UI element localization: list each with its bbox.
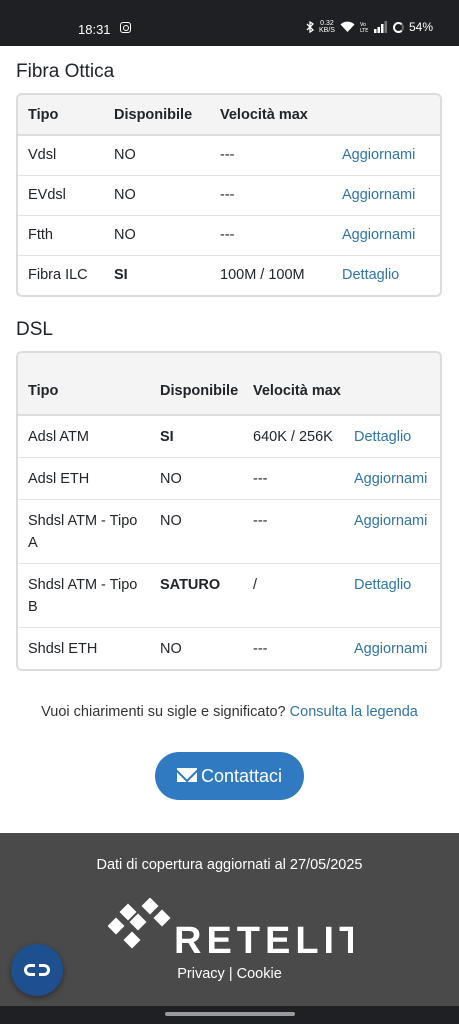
col-header-tipo: Tipo — [18, 353, 150, 416]
volte-icon: VoLTE — [360, 22, 368, 33]
cell-velocita: 100M / 100M — [210, 254, 332, 295]
svg-text:RETELIT: RETELIT — [174, 920, 353, 958]
cell-tipo: EVdsl — [18, 174, 104, 215]
table-row: Fibra ILC SI 100M / 100M Dettaglio — [18, 254, 440, 295]
fibra-header-row: Tipo Disponibile Velocità max — [18, 95, 440, 136]
contact-button[interactable]: Contattaci — [155, 752, 304, 800]
cell-tipo: Vdsl — [28, 147, 57, 164]
cell-disponibile: NO — [114, 147, 136, 164]
contact-button-label: Contattaci — [200, 765, 283, 786]
aggiornami-link[interactable]: Aggiornami — [342, 187, 415, 203]
privacy-link[interactable]: Privacy — [177, 966, 225, 982]
dettaglio-link[interactable]: Dettaglio — [354, 577, 411, 593]
svg-text:LTE: LTE — [360, 28, 368, 33]
cell-tipo: Shdsl ATM - Tipo B — [18, 563, 150, 628]
table-row: Vdsl NO --- Aggiornami — [18, 135, 440, 175]
bluetooth-icon — [306, 21, 315, 33]
cell-tipo: Adsl ATM — [28, 429, 89, 445]
home-handle[interactable] — [165, 1012, 295, 1016]
fibra-table: Tipo Disponibile Velocità max Vdsl NO --… — [18, 95, 440, 295]
footer-separator: | — [228, 966, 233, 982]
footer: Dati di copertura aggiornati al 27/05/20… — [0, 833, 459, 1024]
legend-prompt: Vuoi chiarimenti su sigle e significato?… — [0, 704, 459, 720]
retelit-logo: RETELIT — [108, 898, 353, 958]
cell-velocita: --- — [243, 627, 344, 669]
cell-velocita: --- — [210, 174, 332, 215]
status-bar: 18:31 0.32 KB/S Vo LTE 54% — [0, 0, 459, 46]
cell-tipo: Fibra ILC — [18, 254, 104, 295]
table-row: Shdsl ATM - Tipo A NO --- Aggiornami — [18, 499, 440, 564]
cell-disponibile: NO — [150, 499, 243, 564]
fibra-section-title: Fibra Ottica — [16, 61, 115, 82]
dettaglio-link[interactable]: Dettaglio — [354, 429, 411, 445]
table-row: EVdsl NO --- Aggiornami — [18, 174, 440, 215]
battery-level: 54% — [408, 20, 433, 34]
table-row: Shdsl ATM - Tipo B SATURO / Dettaglio — [18, 563, 440, 628]
cell-velocita: --- — [220, 147, 235, 164]
cookie-link[interactable]: Cookie — [237, 966, 282, 982]
envelope-icon — [176, 767, 197, 782]
cell-disponibile: NO — [150, 457, 243, 500]
legend-link[interactable]: Consulta la legenda — [290, 704, 418, 720]
aggiornami-link[interactable]: Aggiornami — [354, 641, 427, 657]
cell-tipo: Shdsl ETH — [18, 627, 150, 669]
dsl-section-title: DSL — [16, 319, 53, 340]
cell-velocita: 640K / 256K — [253, 429, 333, 445]
cell-tipo: Shdsl ATM - Tipo A — [18, 499, 150, 564]
table-row: Adsl ETH NO --- Aggiornami — [18, 457, 440, 500]
cell-velocita: --- — [210, 214, 332, 255]
aggiornami-link[interactable]: Aggiornami — [354, 513, 427, 529]
col-header-velocita: Velocità max — [243, 353, 344, 416]
wifi-icon — [340, 21, 355, 32]
cell-disponibile: SI — [104, 254, 210, 295]
cell-tipo: Adsl ETH — [18, 457, 150, 500]
signal-icon — [373, 21, 387, 33]
dettaglio-link[interactable]: Dettaglio — [342, 267, 399, 283]
col-header-azione — [332, 95, 440, 136]
fibra-table-card: Tipo Disponibile Velocità max Vdsl NO --… — [16, 93, 442, 297]
col-header-disponibile: Disponibile — [150, 353, 243, 416]
legend-question: Vuoi chiarimenti su sigle e significato? — [41, 704, 286, 720]
instagram-icon — [120, 22, 131, 33]
table-row: Shdsl ETH NO --- Aggiornami — [18, 627, 440, 669]
net-speed-value: 0.32 — [320, 20, 334, 27]
cell-disponibile: SI — [160, 429, 174, 445]
cookie-consent-button[interactable] — [11, 944, 63, 996]
footer-links: Privacy | Cookie — [0, 966, 459, 982]
cell-disponibile: SATURO — [150, 563, 243, 628]
table-row: Ftth NO --- Aggiornami — [18, 214, 440, 255]
cell-disponibile: NO — [104, 174, 210, 215]
coverage-updated-text: Dati di copertura aggiornati al 27/05/20… — [96, 857, 363, 873]
net-speed-unit: KB/S — [319, 27, 335, 34]
aggiornami-link[interactable]: Aggiornami — [354, 471, 427, 487]
cell-tipo: Ftth — [18, 214, 104, 255]
cell-disponibile: NO — [150, 627, 243, 669]
aggiornami-link[interactable]: Aggiornami — [342, 147, 415, 163]
status-time: 18:31 — [78, 22, 111, 37]
cell-disponibile: NO — [104, 214, 210, 255]
battery-icon — [392, 21, 404, 33]
cell-velocita: --- — [243, 499, 344, 564]
net-speed: 0.32 KB/S — [319, 20, 335, 34]
table-row: Adsl ATM SI 640K / 256K Dettaglio — [18, 415, 440, 458]
gesture-nav-bar — [0, 1006, 459, 1024]
col-header-tipo: Tipo — [18, 95, 104, 136]
link-icon — [24, 964, 50, 976]
aggiornami-link[interactable]: Aggiornami — [342, 227, 415, 243]
cell-velocita: --- — [243, 457, 344, 500]
col-header-velocita: Velocità max — [210, 95, 332, 136]
dsl-header-row: Tipo Disponibile Velocità max — [18, 353, 440, 416]
col-header-disponibile: Disponibile — [104, 95, 210, 136]
status-icons: 0.32 KB/S Vo LTE 54% — [306, 20, 433, 34]
cell-velocita: / — [243, 563, 344, 628]
col-header-azione — [344, 353, 440, 416]
dsl-table: Tipo Disponibile Velocità max Adsl ATM S… — [18, 353, 440, 669]
dsl-table-card: Tipo Disponibile Velocità max Adsl ATM S… — [16, 351, 442, 671]
